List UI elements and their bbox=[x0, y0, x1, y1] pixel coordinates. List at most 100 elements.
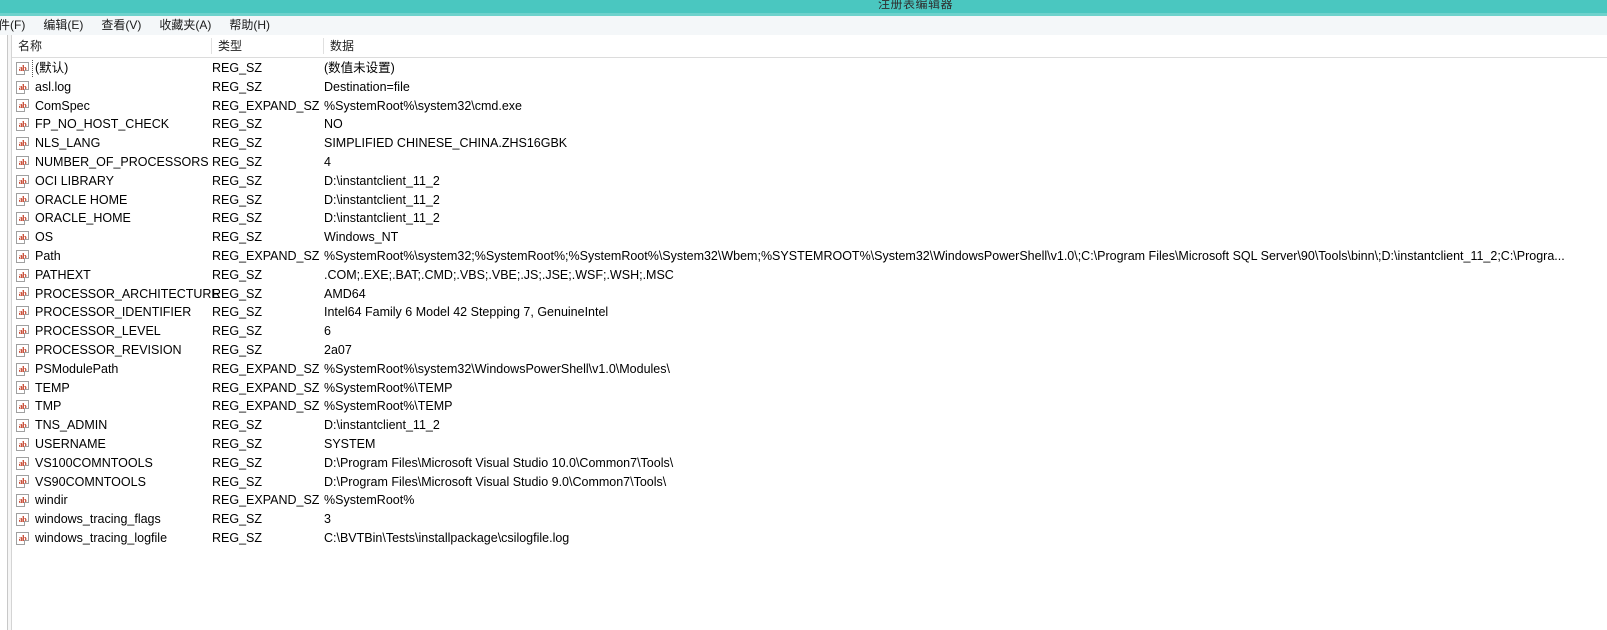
cell-value-data: .COM;.EXE;.BAT;.CMD;.VBS;.VBE;.JS;.JSE;.… bbox=[324, 267, 674, 282]
cell-value-data: D:\instantclient_11_2 bbox=[324, 418, 440, 433]
cell-value-name[interactable]: ab ComSpec bbox=[12, 97, 92, 116]
table-row[interactable]: ab VS100COMNTOOLS REG_SZ D:\Program Files\M… bbox=[12, 454, 1607, 473]
table-row[interactable]: ab PROCESSOR_IDENTIFIER REG_SZ Intel64 Fami… bbox=[12, 303, 1607, 322]
table-row[interactable]: ab windir REG_EXPAND_SZ %SystemRoot% bbox=[12, 491, 1607, 510]
column-header-label: 类型 bbox=[218, 39, 243, 53]
column-header-name[interactable]: 名称 bbox=[12, 35, 212, 57]
table-row[interactable]: ab Path REG_EXPAND_SZ %SystemRoot%\system32… bbox=[12, 247, 1607, 266]
cell-value-name[interactable]: ab asl.log bbox=[12, 78, 73, 97]
cell-value-name[interactable]: ab windows_tracing_flags bbox=[12, 510, 163, 529]
string-value-icon: ab bbox=[16, 306, 29, 320]
cell-value-name[interactable]: ab PSModulePath bbox=[12, 360, 120, 379]
registry-values-list[interactable]: 名称 类型 数据 ab (默认) REG_SZ (数值未设置) ab asl.log REG_S… bbox=[12, 35, 1607, 630]
table-row[interactable]: ab TMP REG_EXPAND_SZ %SystemRoot%\TEMP bbox=[12, 397, 1607, 416]
value-name-label: PROCESSOR_LEVEL bbox=[35, 324, 161, 339]
table-row[interactable]: ab USERNAME REG_SZ SYSTEM bbox=[12, 435, 1607, 454]
menu-file[interactable]: 件(F) bbox=[0, 16, 34, 35]
cell-value-name[interactable]: ab OS bbox=[12, 228, 55, 247]
value-name-label: PATHEXT bbox=[35, 267, 91, 282]
cell-value-type: REG_SZ bbox=[212, 530, 263, 545]
value-name-label: PROCESSOR_IDENTIFIER bbox=[35, 305, 192, 320]
value-name-label: PROCESSOR_ARCHITECTURE bbox=[35, 286, 220, 301]
cell-value-name[interactable]: ab PROCESSOR_IDENTIFIER bbox=[12, 303, 193, 322]
cell-value-data: AMD64 bbox=[324, 286, 366, 301]
table-row[interactable]: ab PROCESSOR_LEVEL REG_SZ 6 bbox=[12, 322, 1607, 341]
string-value-icon: ab bbox=[16, 513, 29, 527]
column-header-type[interactable]: 类型 bbox=[212, 35, 324, 57]
cell-value-name[interactable]: ab VS100COMNTOOLS bbox=[12, 454, 155, 473]
table-row[interactable]: ab PROCESSOR_REVISION REG_SZ 2a07 bbox=[12, 341, 1607, 360]
table-row[interactable]: ab FP_NO_HOST_CHECK REG_SZ NO bbox=[12, 115, 1607, 134]
string-value-icon: ab bbox=[16, 155, 29, 169]
table-row[interactable]: ab PSModulePath REG_EXPAND_SZ %SystemRoot%\… bbox=[12, 360, 1607, 379]
menu-favorites[interactable]: 收藏夹(A) bbox=[150, 16, 220, 35]
table-row[interactable]: ab OS REG_SZ Windows_NT bbox=[12, 228, 1607, 247]
cell-value-type: REG_EXPAND_SZ bbox=[212, 493, 320, 508]
cell-value-name[interactable]: ab windows_tracing_logfile bbox=[12, 529, 169, 548]
value-name-label: USERNAME bbox=[35, 436, 106, 451]
cell-value-name[interactable]: ab TEMP bbox=[12, 379, 72, 398]
cell-value-name[interactable]: ab VS90COMNTOOLS bbox=[12, 473, 148, 492]
cell-value-name[interactable]: ab TMP bbox=[12, 397, 63, 416]
cell-value-type: REG_SZ bbox=[212, 418, 263, 433]
column-header-data[interactable]: 数据 bbox=[324, 35, 1607, 57]
string-value-icon: ab bbox=[16, 287, 29, 301]
menu-view[interactable]: 查看(V) bbox=[92, 16, 150, 35]
cell-value-name[interactable]: ab TNS_ADMIN bbox=[12, 416, 109, 435]
cell-value-name[interactable]: ab PATHEXT bbox=[12, 266, 93, 285]
registry-tree-pane[interactable] bbox=[0, 35, 8, 630]
cell-value-name[interactable]: ab PROCESSOR_ARCHITECTURE bbox=[12, 285, 222, 304]
cell-value-name[interactable]: ab NUMBER_OF_PROCESSORS bbox=[12, 153, 211, 172]
table-row[interactable]: ab OCI LIBRARY REG_SZ D:\instantclient_11_2 bbox=[12, 172, 1607, 191]
table-row[interactable]: ab PROCESSOR_ARCHITECTURE REG_SZ AMD64 bbox=[12, 285, 1607, 304]
cell-value-name[interactable]: ab OCI LIBRARY bbox=[12, 172, 116, 191]
table-row[interactable]: ab PATHEXT REG_SZ .COM;.EXE;.BAT;.CMD;.VBS;… bbox=[12, 266, 1607, 285]
string-value-icon: ab bbox=[16, 343, 29, 357]
main-content: 名称 类型 数据 ab (默认) REG_SZ (数值未设置) ab asl.log REG_S… bbox=[0, 35, 1607, 630]
cell-value-name[interactable]: ab PROCESSOR_REVISION bbox=[12, 341, 184, 360]
table-row[interactable]: ab asl.log REG_SZ Destination=file bbox=[12, 78, 1607, 97]
cell-value-type: REG_SZ bbox=[212, 79, 263, 94]
value-name-label: windows_tracing_logfile bbox=[35, 530, 168, 545]
menu-edit[interactable]: 编辑(E) bbox=[34, 16, 92, 35]
string-value-icon: ab bbox=[16, 118, 29, 132]
cell-value-name[interactable]: ab Path bbox=[12, 247, 63, 266]
cell-value-name[interactable]: ab PROCESSOR_LEVEL bbox=[12, 322, 163, 341]
menu-help[interactable]: 帮助(H) bbox=[220, 16, 279, 35]
cell-value-name[interactable]: ab FP_NO_HOST_CHECK bbox=[12, 115, 171, 134]
cell-value-data: 3 bbox=[324, 512, 331, 527]
cell-value-name[interactable]: ab NLS_LANG bbox=[12, 134, 102, 153]
table-row[interactable]: ab TEMP REG_EXPAND_SZ %SystemRoot%\TEMP bbox=[12, 379, 1607, 398]
cell-value-data: (数值未设置) bbox=[324, 61, 395, 75]
string-value-icon: ab bbox=[16, 212, 29, 226]
table-row[interactable]: ab NUMBER_OF_PROCESSORS REG_SZ 4 bbox=[12, 153, 1607, 172]
cell-value-type: REG_SZ bbox=[212, 267, 263, 282]
cell-value-data: 4 bbox=[324, 154, 331, 169]
list-column-header: 名称 类型 数据 bbox=[12, 35, 1607, 58]
cell-value-name[interactable]: ab USERNAME bbox=[12, 435, 108, 454]
table-row[interactable]: ab TNS_ADMIN REG_SZ D:\instantclient_11_2 bbox=[12, 416, 1607, 435]
string-value-icon: ab bbox=[16, 400, 29, 414]
cell-value-name[interactable]: ab ORACLE_HOME bbox=[12, 209, 133, 228]
table-row[interactable]: ab windows_tracing_flags REG_SZ 3 bbox=[12, 510, 1607, 529]
cell-value-name[interactable]: ab ORACLE HOME bbox=[12, 191, 129, 210]
window-titlebar[interactable]: 注册表编辑器 bbox=[0, 0, 1607, 13]
cell-value-data: SYSTEM bbox=[324, 436, 376, 451]
table-row[interactable]: ab ORACLE HOME REG_SZ D:\instantclient_11_2 bbox=[12, 191, 1607, 210]
table-row[interactable]: ab (默认) REG_SZ (数值未设置) bbox=[12, 59, 1607, 78]
string-value-icon: ab bbox=[16, 475, 29, 489]
cell-value-name[interactable]: ab (默认) bbox=[12, 59, 71, 78]
cell-value-name[interactable]: ab windir bbox=[12, 491, 70, 510]
table-row[interactable]: ab ORACLE_HOME REG_SZ D:\instantclient_11_2 bbox=[12, 209, 1607, 228]
cell-value-type: REG_EXPAND_SZ bbox=[212, 248, 320, 263]
cell-value-type: REG_SZ bbox=[212, 305, 263, 320]
cell-value-data: D:\Program Files\Microsoft Visual Studio… bbox=[324, 455, 674, 470]
cell-value-data: D:\Program Files\Microsoft Visual Studio… bbox=[324, 474, 667, 489]
table-row[interactable]: ab NLS_LANG REG_SZ SIMPLIFIED CHINESE_CHINA… bbox=[12, 134, 1607, 153]
string-value-icon: ab bbox=[16, 325, 29, 339]
value-name-label: windir bbox=[35, 493, 68, 508]
table-row[interactable]: ab VS90COMNTOOLS REG_SZ D:\Program Files\Mi… bbox=[12, 473, 1607, 492]
value-name-label: ComSpec bbox=[35, 98, 90, 113]
table-row[interactable]: ab windows_tracing_logfile REG_SZ C:\BVTBin… bbox=[12, 529, 1607, 548]
table-row[interactable]: ab ComSpec REG_EXPAND_SZ %SystemRoot%\syste… bbox=[12, 97, 1607, 116]
